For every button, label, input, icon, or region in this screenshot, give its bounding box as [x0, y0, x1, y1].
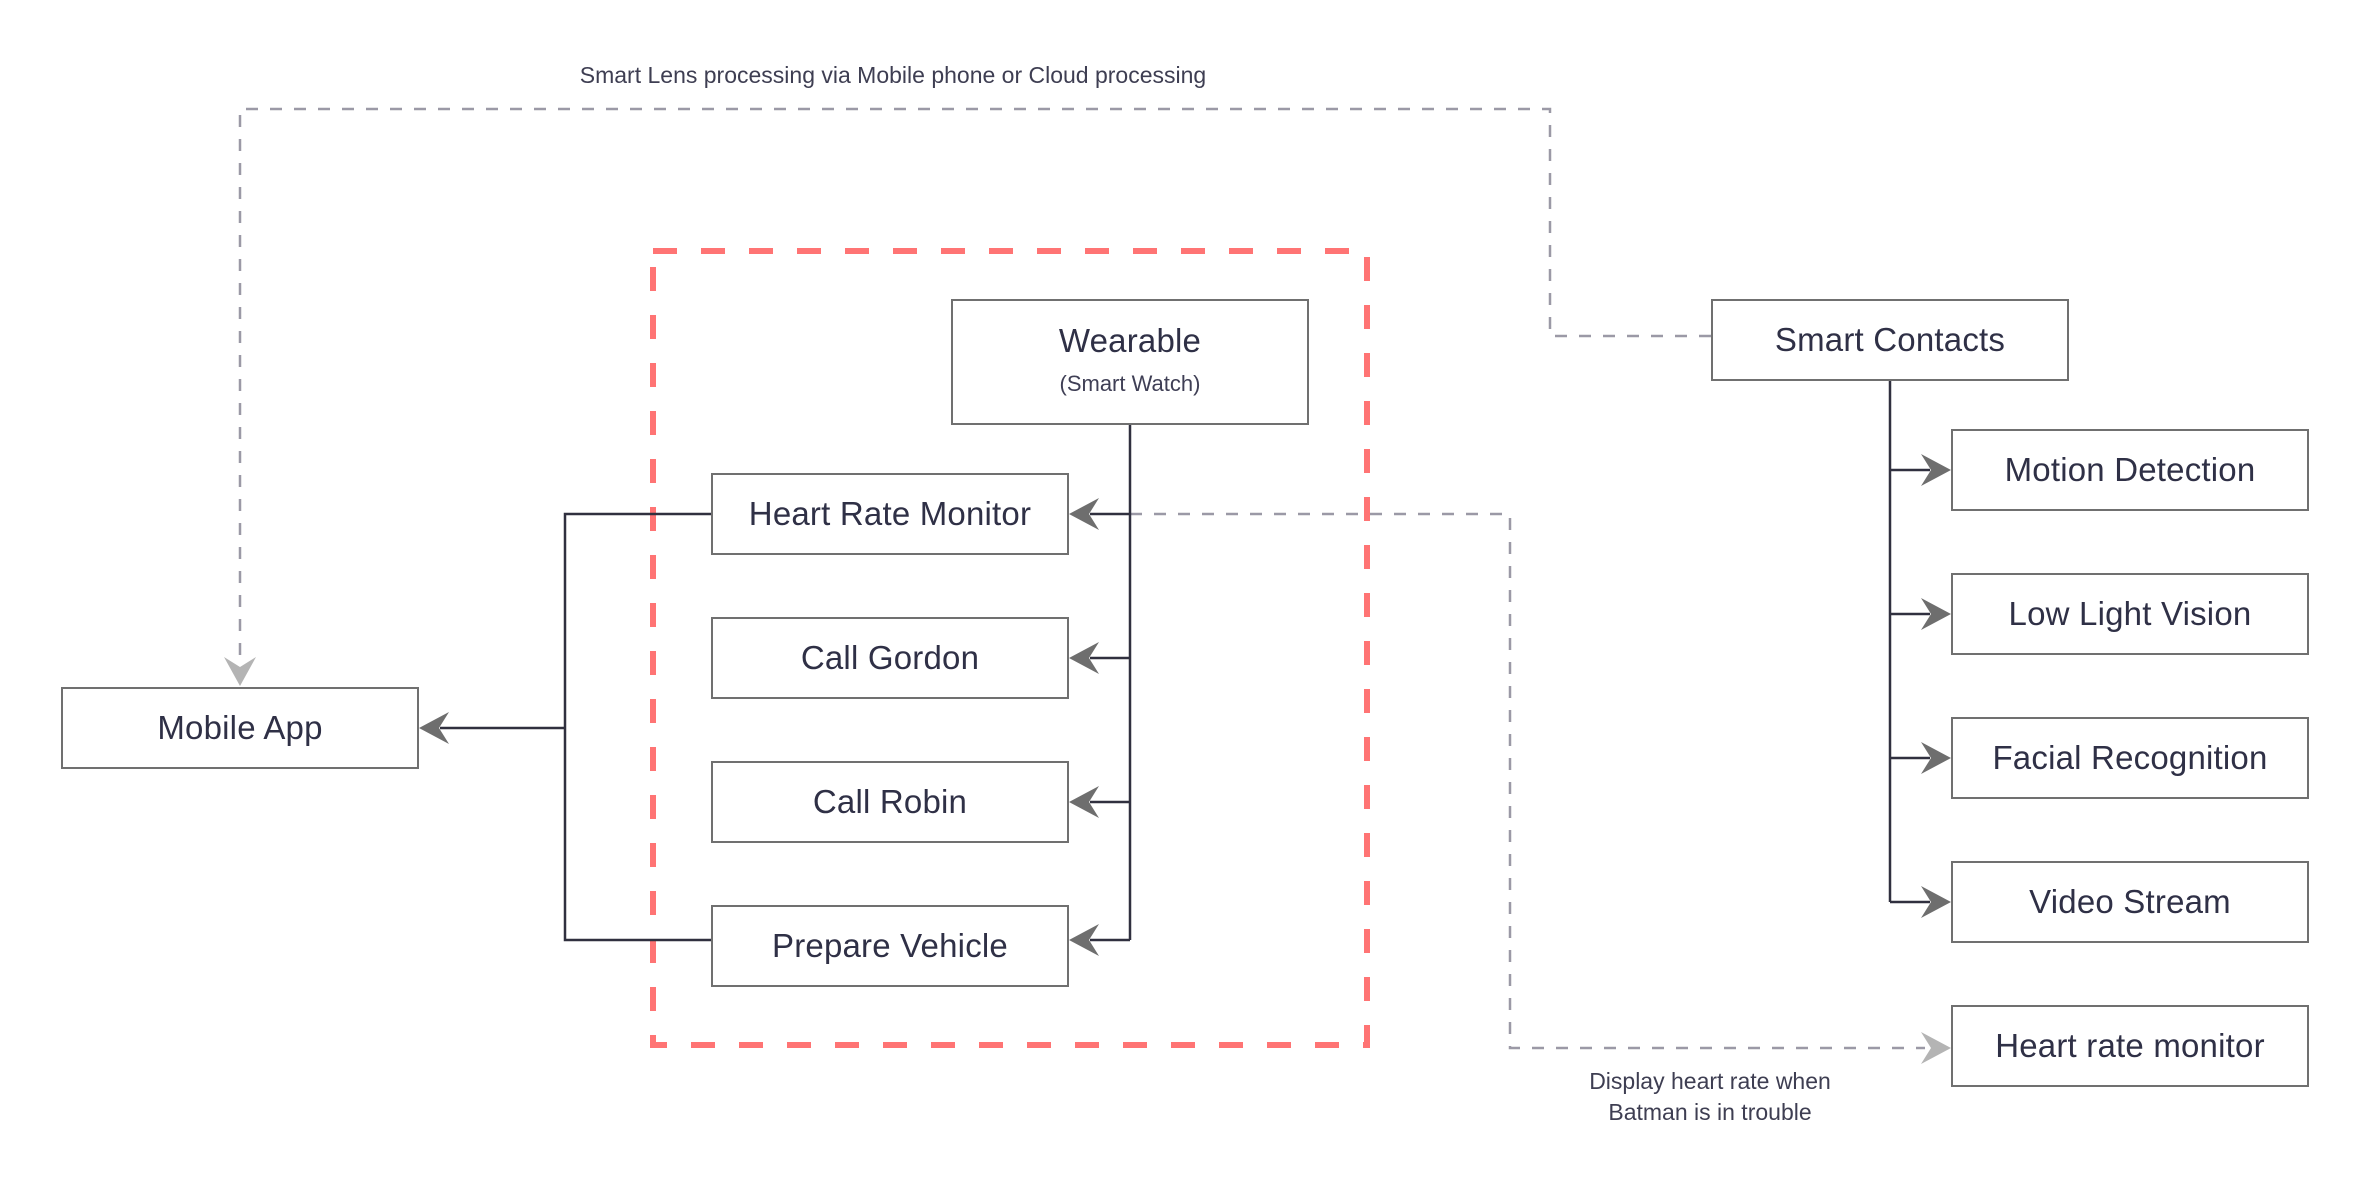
node-heart-rate-monitor[interactable]: Heart Rate Monitor	[711, 473, 1069, 555]
heart-rate-dashed-connector	[1130, 512, 1925, 1050]
node-label: Wearable	[1058, 321, 1202, 359]
node-label: Prepare Vehicle	[772, 926, 1008, 964]
heart-rate-annotation-line-1: Display heart rate when	[1589, 1068, 1831, 1094]
node-wearable[interactable]: Wearable (Smart Watch)	[951, 299, 1309, 425]
node-label: Smart Contacts	[1774, 320, 2006, 358]
smart-lens-annotation-text: Smart Lens processing via Mobile phone o…	[579, 62, 1207, 88]
heart-rate-annotation-line-2: Batman is in trouble	[1608, 1099, 1812, 1125]
node-label: Mobile App	[157, 708, 323, 746]
diagram-canvas: Smart Lens processing via Mobile phone o…	[0, 0, 2370, 1192]
smart-lens-annotation: Smart Lens processing via Mobile phone o…	[548, 60, 1238, 91]
mobile-app-bracket-line	[563, 512, 711, 942]
node-video-stream[interactable]: Video Stream	[1951, 861, 2309, 943]
node-label: Motion Detection	[2004, 450, 2256, 488]
node-call-gordon[interactable]: Call Gordon	[711, 617, 1069, 699]
node-motion-detection[interactable]: Motion Detection	[1951, 429, 2309, 511]
node-heart-rate-monitor-display[interactable]: Heart rate monitor	[1951, 1005, 2309, 1087]
smart-lens-arrowhead-icon	[224, 657, 256, 686]
node-smart-contacts[interactable]: Smart Contacts	[1711, 299, 2069, 381]
node-label: Call Robin	[812, 782, 968, 820]
node-label: Facial Recognition	[1992, 738, 2268, 776]
node-prepare-vehicle[interactable]: Prepare Vehicle	[711, 905, 1069, 987]
node-mobile-app[interactable]: Mobile App	[61, 687, 419, 769]
node-sublabel: (Smart Watch)	[1059, 371, 1201, 397]
node-low-light-vision[interactable]: Low Light Vision	[1951, 573, 2309, 655]
node-call-robin[interactable]: Call Robin	[711, 761, 1069, 843]
heart-rate-annotation: Display heart rate when Batman is in tro…	[1560, 1066, 1860, 1128]
node-label: Call Gordon	[800, 638, 980, 676]
node-label: Heart rate monitor	[1995, 1026, 2265, 1064]
heart-rate-arrowhead-icon	[1921, 1032, 1951, 1064]
node-label: Low Light Vision	[2008, 594, 2252, 632]
node-facial-recognition[interactable]: Facial Recognition	[1951, 717, 2309, 799]
node-label: Video Stream	[2029, 882, 2231, 920]
node-label: Heart Rate Monitor	[748, 494, 1032, 532]
